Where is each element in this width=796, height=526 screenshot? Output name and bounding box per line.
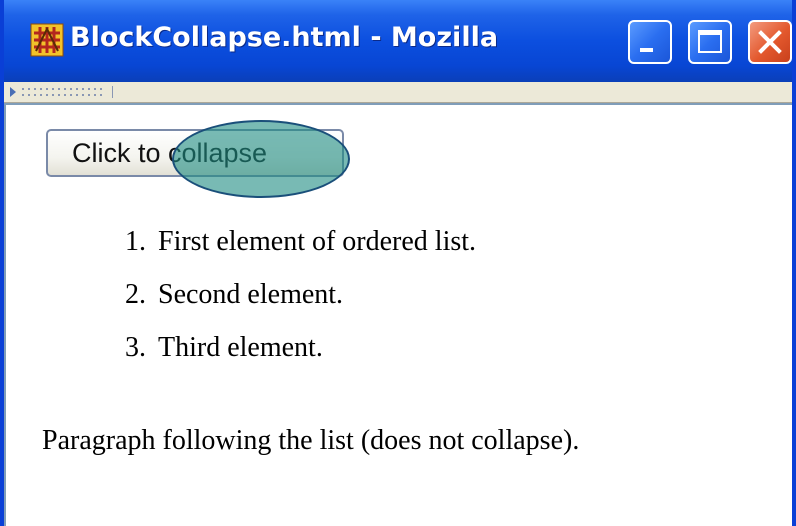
window-title: BlockCollapse.html - Mozilla <box>70 22 499 53</box>
toolbar-grip-icon[interactable] <box>8 85 118 99</box>
list-item-number: 3. <box>125 332 146 363</box>
list-item-number: 1. <box>125 226 146 257</box>
page-content: Click to collapse 1. First element of ord… <box>4 103 792 526</box>
list-item-text: Second element. <box>158 279 344 310</box>
list-item: 3. Third element. <box>88 332 476 385</box>
ordered-list: 1. First element of ordered list. 2. Secon… <box>88 226 476 385</box>
list-item: 1. First element of ordered list. <box>88 226 476 279</box>
list-item-text: First element of ordered list. <box>158 226 477 257</box>
browser-window: BlockCollapse.html - Mozilla Click to co… <box>0 0 796 526</box>
list-item: 2. Second element. <box>88 279 476 332</box>
title-bar[interactable]: BlockCollapse.html - Mozilla <box>4 0 792 82</box>
following-paragraph: Paragraph following the list (does not c… <box>42 425 580 456</box>
minimize-button[interactable] <box>628 20 672 64</box>
maximize-button[interactable] <box>688 20 732 64</box>
collapse-button[interactable]: Click to collapse <box>46 129 344 177</box>
list-item-number: 2. <box>125 279 146 310</box>
close-icon <box>758 30 782 54</box>
list-item-text: Third element. <box>158 332 323 363</box>
toolbar-strip <box>4 82 792 103</box>
mozilla-app-icon[interactable] <box>30 23 64 57</box>
minimize-icon <box>640 48 653 52</box>
maximize-icon <box>698 30 722 53</box>
close-button[interactable] <box>748 20 792 64</box>
